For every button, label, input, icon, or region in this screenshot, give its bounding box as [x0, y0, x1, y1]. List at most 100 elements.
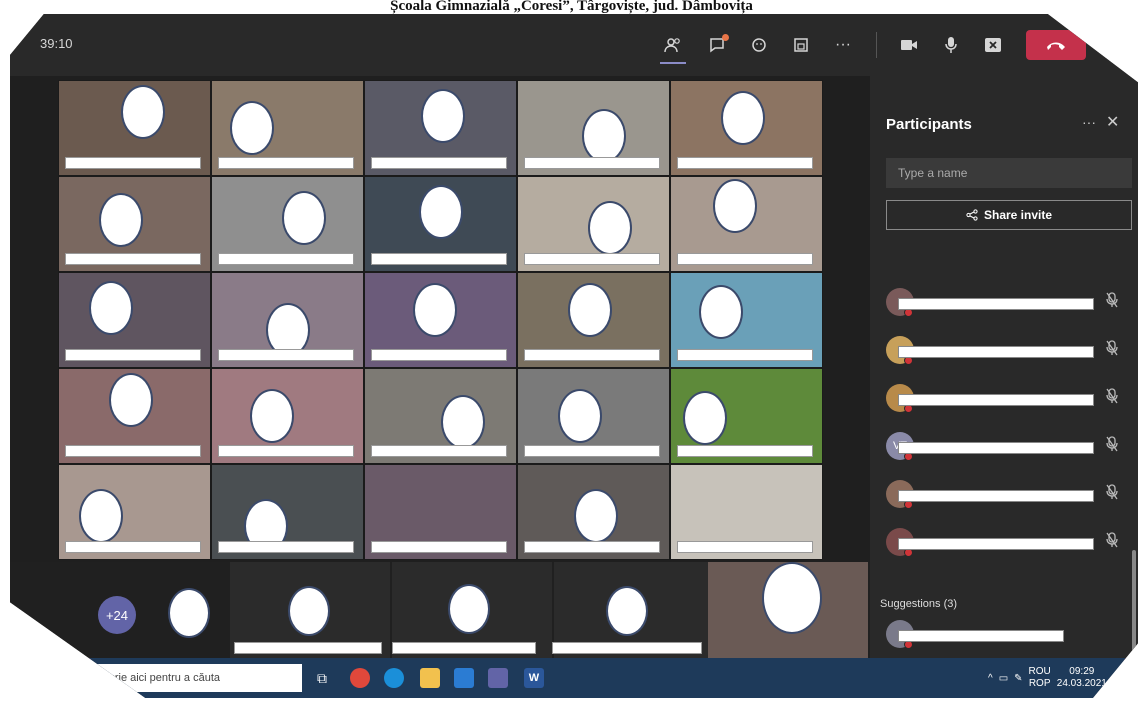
video-tile[interactable]: [517, 176, 670, 272]
name-redaction: [218, 157, 354, 169]
share-invite-label: Share invite: [983, 208, 1053, 222]
video-tile[interactable]: [211, 176, 364, 272]
name-redaction: [898, 298, 1094, 310]
video-tile[interactable]: [517, 368, 670, 464]
share-icon: [966, 209, 978, 221]
video-tile[interactable]: [670, 464, 823, 560]
participant-row[interactable]: [886, 382, 1126, 416]
video-tile[interactable]: [670, 368, 823, 464]
name-redaction: [677, 349, 813, 361]
video-tile[interactable]: [517, 272, 670, 368]
name-redaction: [677, 541, 813, 553]
video-tile[interactable]: [58, 464, 211, 560]
video-tile[interactable]: [211, 464, 364, 560]
share-invite-button[interactable]: Share invite: [886, 200, 1132, 230]
blurred-face: [699, 285, 743, 339]
more-actions-button[interactable]: ···: [828, 30, 858, 60]
video-tile[interactable]: [211, 272, 364, 368]
blurred-face: [230, 101, 274, 155]
suggestion-row[interactable]: [886, 618, 1126, 652]
task-view-icon[interactable]: ⧉: [312, 668, 332, 688]
video-tile[interactable]: [670, 272, 823, 368]
name-redaction: [65, 157, 201, 169]
blurred-face: [558, 389, 602, 443]
chat-icon[interactable]: [702, 30, 732, 60]
mic-off-icon: [1106, 340, 1118, 359]
active-tab-indicator: [660, 62, 686, 64]
chevron-up-icon[interactable]: ^: [988, 673, 993, 684]
video-tile[interactable]: [670, 176, 823, 272]
participant-row[interactable]: [886, 478, 1126, 512]
video-tile[interactable]: [364, 368, 517, 464]
video-tile[interactable]: [58, 176, 211, 272]
participant-row[interactable]: [886, 334, 1126, 368]
blurred-face: [582, 109, 626, 163]
video-tile[interactable]: [364, 80, 517, 176]
participant-row[interactable]: [886, 526, 1126, 560]
name-redaction: [677, 157, 813, 169]
video-tile[interactable]: [211, 368, 364, 464]
windows-taskbar: Scrie aici pentru a căuta ⧉ W ^ ▭ ✎ ROU …: [10, 658, 1138, 698]
video-tile[interactable]: [58, 80, 211, 176]
mic-off-icon: [1106, 484, 1118, 503]
close-icon[interactable]: ✕: [1106, 112, 1119, 132]
name-redaction: [371, 157, 507, 169]
blurred-face: [574, 489, 618, 543]
mail-icon[interactable]: [454, 668, 474, 688]
participant-row[interactable]: [886, 286, 1126, 320]
video-tile[interactable]: [364, 464, 517, 560]
notifications-icon[interactable]: ▢: [1113, 673, 1122, 684]
pen-icon[interactable]: ✎: [1014, 673, 1022, 684]
name-redaction: [524, 349, 660, 361]
video-tile[interactable]: [364, 272, 517, 368]
word-icon[interactable]: W: [524, 668, 544, 688]
participants-panel: Participants ··· ✕ Share invite VT Sugge…: [870, 76, 1138, 660]
participant-search-input[interactable]: [886, 158, 1132, 188]
blurred-face: [683, 391, 727, 445]
video-tile[interactable]: [58, 272, 211, 368]
video-tile[interactable]: [364, 176, 517, 272]
taskbar-search-input[interactable]: Scrie aici pentru a căuta: [80, 664, 302, 692]
video-tile[interactable]: [517, 80, 670, 176]
mic-off-icon: [1106, 388, 1118, 407]
participant-row[interactable]: VT: [886, 430, 1126, 464]
teams-icon[interactable]: [488, 668, 508, 688]
video-tile[interactable]: [670, 80, 823, 176]
blurred-face: [419, 185, 463, 239]
share-tray-icon[interactable]: [786, 30, 816, 60]
chrome-icon[interactable]: [350, 668, 370, 688]
blurred-face: [568, 283, 612, 337]
battery-icon[interactable]: ▭: [999, 673, 1008, 684]
name-redaction: [371, 349, 507, 361]
blurred-face: [121, 85, 165, 139]
mic-off-icon: [1106, 532, 1118, 551]
mic-icon[interactable]: [936, 30, 966, 60]
panel-scrollbar[interactable]: [1132, 550, 1136, 660]
reactions-icon[interactable]: [744, 30, 774, 60]
name-redaction: [552, 642, 702, 654]
blurred-face: [288, 586, 330, 636]
name-redaction: [371, 253, 507, 265]
blurred-face: [79, 489, 123, 543]
file-explorer-icon[interactable]: [420, 668, 440, 688]
meeting-timer: 39:10: [40, 36, 73, 51]
system-tray: ^ ▭ ✎ ROU ROP 09:29 24.03.2021 ▢: [988, 666, 1122, 690]
mic-off-icon: [1106, 292, 1118, 311]
video-tile[interactable]: [517, 464, 670, 560]
name-redaction: [218, 349, 354, 361]
blurred-face: [441, 395, 485, 449]
hangup-icon[interactable]: [1026, 30, 1086, 60]
language-indicator[interactable]: ROU ROP: [1029, 666, 1051, 690]
people-icon[interactable]: [658, 30, 688, 60]
overflow-count-badge[interactable]: +24: [98, 596, 136, 634]
clock[interactable]: 09:29 24.03.2021: [1057, 666, 1107, 690]
panel-more-button[interactable]: ···: [1082, 114, 1096, 130]
share-screen-icon[interactable]: [978, 30, 1008, 60]
video-tile[interactable]: [58, 368, 211, 464]
name-redaction: [524, 445, 660, 457]
camera-icon[interactable]: [894, 30, 924, 60]
video-tile[interactable]: [211, 80, 364, 176]
suggestions-label[interactable]: Suggestions (3): [880, 598, 957, 610]
edge-icon[interactable]: [384, 668, 404, 688]
name-redaction: [218, 253, 354, 265]
